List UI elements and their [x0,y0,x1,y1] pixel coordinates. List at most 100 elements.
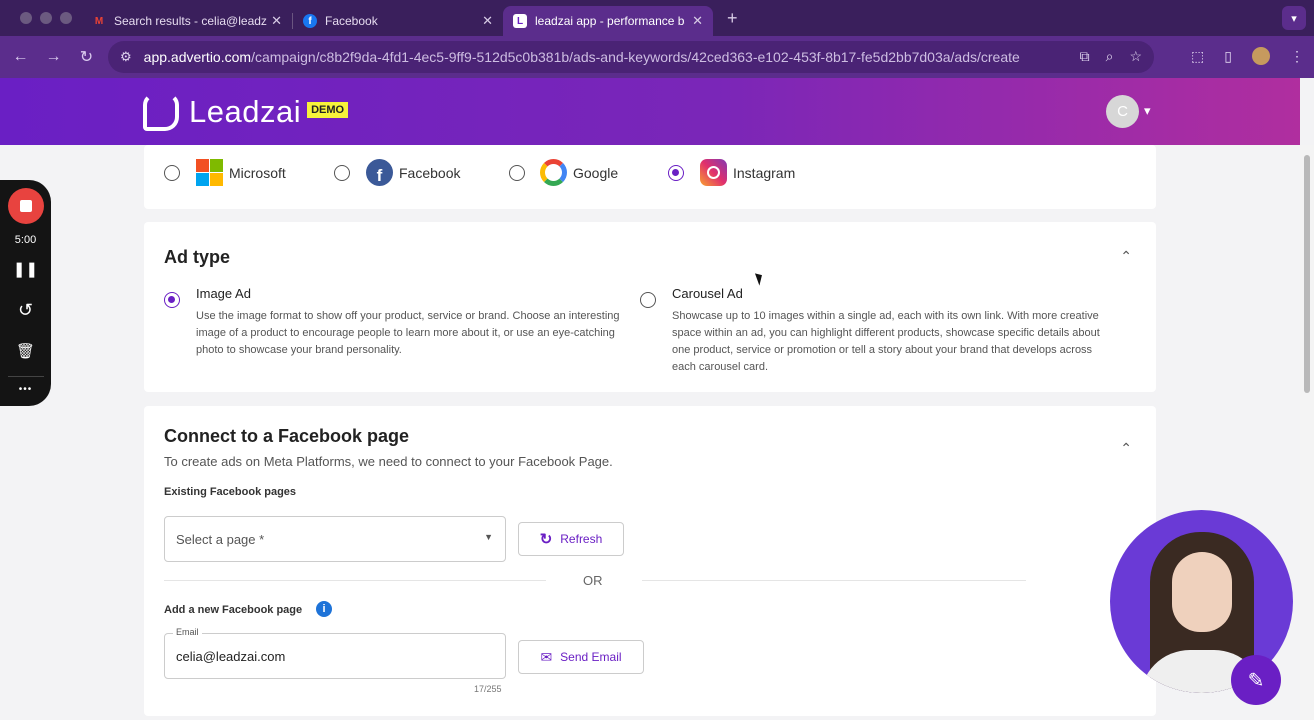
platform-label: Facebook [399,164,461,181]
browser-menu-icon[interactable]: ⋮ [1290,48,1304,65]
tab-leadzai[interactable]: L leadzai app - performance ba ✕ [503,6,713,36]
app-header: Leadzai DEMO C ▾ [0,78,1300,145]
platform-radio-instagram[interactable] [668,165,684,181]
site-settings-icon[interactable]: ⚙ [120,49,132,65]
zoom-icon[interactable]: ⌕ [1106,48,1114,65]
browser-actions: ⬚ ▯ ⋮ [1191,47,1304,65]
refresh-label: Refresh [560,532,603,546]
recording-controls: 5:00 ❚❚ ↺ 🗑 ••• [0,180,51,406]
platform-option-instagram[interactable]: Instagram [700,159,795,186]
recording-timer: 5:00 [14,234,37,246]
facebook-icon: f [366,159,393,186]
tab-gmail[interactable]: M Search results - celia@leadz ✕ [82,6,292,36]
ad-type-radio-carousel[interactable] [640,292,656,308]
chat-widget-icon[interactable]: ✎ [1231,655,1281,705]
platform-radio-microsoft[interactable] [164,165,180,181]
send-email-button[interactable]: ✉ Send Email [518,640,644,674]
webcam-person-face [1172,552,1232,632]
profile-avatar[interactable] [1252,47,1270,65]
close-window-button[interactable] [20,12,32,24]
address-bar[interactable]: ⚙ app.advertio.com/campaign/c8b2f9da-4fd… [108,41,1154,73]
connect-title: Connect to a Facebook page [164,426,410,446]
maximize-window-button[interactable] [60,12,72,24]
tab-title: Facebook [325,14,378,28]
platform-radio-facebook[interactable] [334,165,350,181]
leadzai-logo-icon [143,93,179,131]
leadzai-logo[interactable]: Leadzai DEMO [143,93,349,131]
stop-recording-button[interactable] [8,188,44,224]
extensions-icon[interactable]: ⬚ [1191,48,1204,65]
collapse-chevron-up-icon[interactable]: ⌃ [1120,440,1132,457]
gmail-icon: M [94,15,104,27]
user-menu-caret-icon[interactable]: ▾ [1144,103,1151,119]
ad-type-card: Ad type ⌃ Image Ad Use the image format … [144,222,1156,392]
existing-pages-label: Existing Facebook pages [164,486,297,498]
close-tab-icon[interactable]: ✕ [271,13,282,29]
facebook-page-select[interactable]: Select a page * ▼ [164,516,506,562]
restart-icon[interactable]: ↺ [0,300,51,321]
select-placeholder: Select a page * [176,532,265,547]
ad-type-option-description: Showcase up to 10 images within a single… [672,310,1100,373]
email-field[interactable]: Email celia@leadzai.com [164,627,506,679]
google-icon [540,159,567,186]
platform-label: Google [573,164,619,181]
user-avatar[interactable]: C [1106,95,1139,128]
ad-type-title: Ad type [164,247,231,267]
dropdown-arrow-icon: ▼ [484,532,493,542]
tab-title: leadzai app - performance ba [535,14,685,28]
collapse-chevron-up-icon[interactable]: ⌃ [1120,248,1132,265]
connect-facebook-card: Connect to a Facebook page ⌃ To create a… [144,406,1156,716]
platform-radio-google[interactable] [509,165,525,181]
close-tab-icon[interactable]: ✕ [692,13,703,29]
trash-icon[interactable]: 🗑 [0,342,51,360]
ad-type-option-description: Use the image format to show off your pr… [196,310,620,356]
platform-selector-card: Microsoft f Facebook Google Instagram [144,145,1156,209]
divider-left [164,580,546,581]
ad-type-option-label[interactable]: Image Ad [196,286,251,301]
facebook-icon: f [303,14,317,28]
demo-badge: DEMO [307,102,349,118]
platform-option-google[interactable]: Google [540,159,618,186]
instagram-icon [700,159,727,186]
back-arrow-icon[interactable]: ← [4,48,37,66]
tab-title: Search results - celia@leadz [114,14,267,28]
send-email-label: Send Email [560,650,622,664]
ad-type-option-label[interactable]: Carousel Ad [672,286,743,301]
recorder-divider [8,376,44,377]
refresh-icon: ↻ [539,531,553,548]
email-field-value: celia@leadzai.com [176,649,286,664]
close-tab-icon[interactable]: ✕ [482,13,493,29]
logo-text: Leadzai [189,94,302,129]
character-counter: 17/255 [474,684,502,694]
refresh-button[interactable]: ↻ Refresh [518,522,624,556]
url-path: /campaign/c8b2f9da-4fd1-4ec5-9ff9-512d5c… [251,49,1020,65]
forward-arrow-icon[interactable]: → [37,48,70,66]
platform-label: Microsoft [229,164,286,181]
platform-option-facebook[interactable]: f Facebook [366,159,460,186]
platform-option-microsoft[interactable]: Microsoft [196,159,286,186]
window-controls [0,12,82,24]
scrollbar-thumb[interactable] [1304,155,1310,393]
browser-tab-bar: M Search results - celia@leadz ✕ f Faceb… [0,0,1314,36]
minimize-window-button[interactable] [40,12,52,24]
pause-icon[interactable]: ❚❚ [0,260,51,278]
bookmark-star-icon[interactable]: ☆ [1129,48,1142,65]
install-app-icon[interactable]: ⧉ [1080,48,1090,65]
leadzai-icon: L [513,14,527,28]
browser-toolbar: ← → ↻ ⚙ app.advertio.com/campaign/c8b2f9… [0,36,1314,78]
side-panel-icon[interactable]: ▯ [1224,48,1232,65]
url-host: app.advertio.com [143,49,252,65]
connect-subtitle: To create ads on Meta Platforms, we need… [164,454,613,469]
tab-facebook[interactable]: f Facebook ✕ [293,6,503,36]
new-tab-button[interactable]: + [727,8,738,29]
or-separator: OR [583,573,603,588]
platform-label: Instagram [733,164,796,181]
omnibox-actions: ⧉ ⌕ ☆ [1080,48,1142,65]
divider-right [642,580,1026,581]
tab-search-chevron-icon[interactable]: ▾ [1282,6,1306,30]
more-options-icon[interactable]: ••• [0,384,51,395]
info-icon[interactable]: i [316,601,332,617]
ad-type-radio-image[interactable] [164,292,180,308]
reload-icon[interactable]: ↻ [70,47,103,67]
email-field-label: Email [173,627,202,637]
